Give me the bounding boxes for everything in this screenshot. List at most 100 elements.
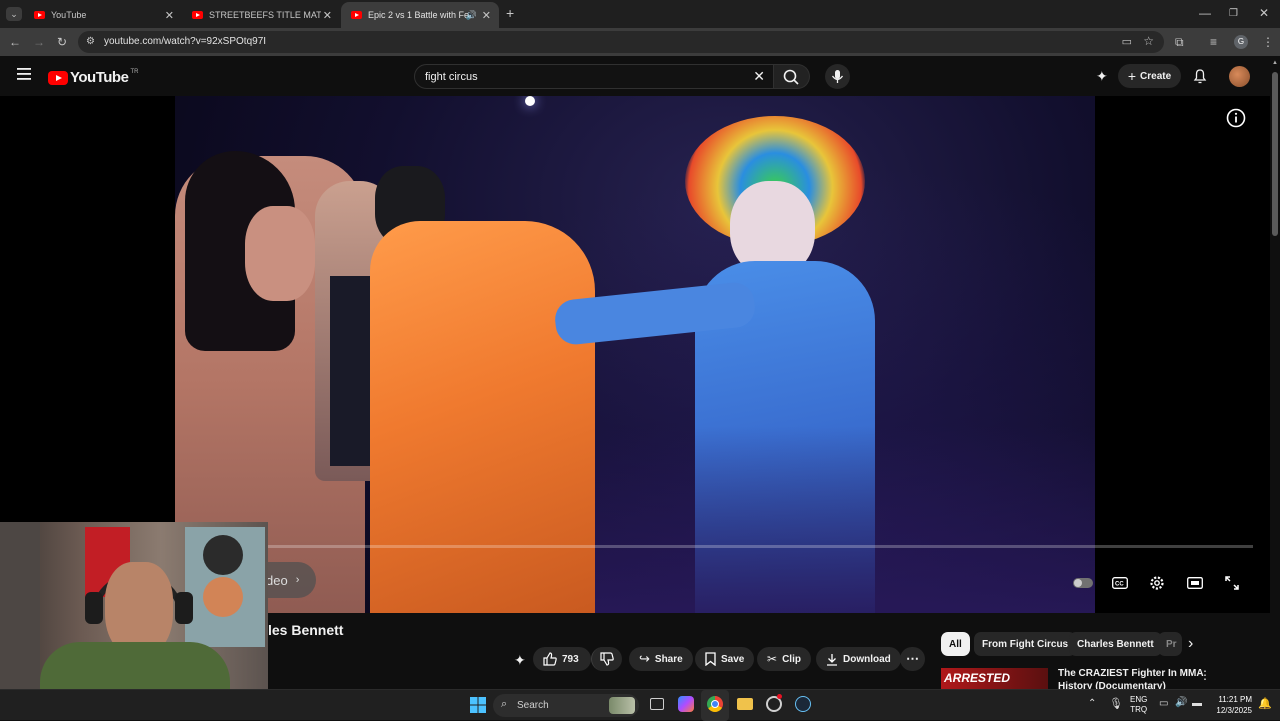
thumbnail-text: ARRESTED	[944, 671, 1011, 685]
start-button[interactable]	[470, 697, 486, 713]
forward-icon[interactable]: →	[33, 35, 45, 49]
tab-audio-icon[interactable]: 🔊	[466, 10, 477, 21]
search-input[interactable]: fight circus ✕	[414, 64, 774, 89]
search-button[interactable]	[774, 64, 810, 89]
video-frame[interactable]	[175, 96, 1095, 613]
copilot-icon[interactable]	[678, 696, 694, 712]
share-label: Share	[654, 653, 683, 665]
chrome-menu-icon[interactable]: ⋮	[1262, 35, 1274, 49]
bookmark-star-icon[interactable]: ☆	[1143, 34, 1154, 48]
save-label: Save	[721, 653, 745, 665]
tab-epic-battle[interactable]: Epic 2 vs 1 Battle with Felo 🔊 ✕	[341, 2, 499, 28]
thumbs-up-icon	[543, 652, 557, 666]
captions-icon: CC	[1112, 577, 1128, 589]
tab-close-icon[interactable]: ✕	[165, 9, 174, 22]
youtube-header: YouTube TR fight circus ✕ ✦ + Create	[0, 56, 1280, 96]
page-scrollbar[interactable]: ▲	[1270, 56, 1280, 689]
clock-time: 11:21 PM	[1218, 695, 1252, 704]
scroll-up-icon[interactable]: ▲	[1272, 60, 1278, 66]
youtube-logo[interactable]: YouTube TR	[48, 69, 138, 86]
battery-icon[interactable]: ▬	[1192, 698, 1202, 709]
back-icon[interactable]: ←	[9, 35, 21, 49]
plus-icon: +	[1127, 68, 1137, 84]
tab-close-icon[interactable]: ✕	[323, 9, 332, 22]
bookmark-icon	[705, 652, 716, 666]
restore-icon[interactable]: ❐	[1229, 7, 1238, 21]
scrollbar-thumb[interactable]	[1272, 72, 1278, 236]
browser-tab-bar: ⌄ YouTube ✕ STREETBEEFS TITLE MATCH | BA…	[0, 0, 1280, 28]
hamburger-menu-icon[interactable]	[17, 68, 31, 80]
tab-close-icon[interactable]: ✕	[482, 9, 491, 22]
site-info-icon[interactable]: ⚙	[86, 36, 95, 47]
youtube-favicon-icon	[192, 11, 203, 19]
notifications-bell-icon[interactable]	[1193, 68, 1207, 84]
theater-mode-button[interactable]	[1183, 571, 1207, 595]
like-count: 793	[562, 653, 579, 665]
tank-top	[330, 276, 370, 466]
tab-youtube[interactable]: YouTube ✕	[24, 2, 182, 28]
tab-streetbeefs[interactable]: STREETBEEFS TITLE MATCH | BA ✕	[182, 2, 340, 28]
crowd	[595, 426, 1095, 613]
progress-bar[interactable]	[268, 545, 1253, 548]
download-button[interactable]: Download	[816, 647, 901, 671]
ai-sparkle-icon[interactable]: ✦	[1096, 68, 1108, 85]
reload-icon[interactable]: ↻	[57, 35, 67, 49]
dislike-button[interactable]	[591, 647, 622, 671]
chips-next-icon[interactable]: ›	[1188, 635, 1193, 653]
voice-search-button[interactable]	[825, 64, 850, 89]
tab-search-icon[interactable]: ⌄	[6, 7, 22, 21]
language-indicator[interactable]: ENG TRQ	[1130, 695, 1147, 715]
windows-taskbar: ⌕ Search ⌃ 🎙 ENG TRQ ▭ 🔊 ▬ 11:21 PM 12/3…	[0, 689, 1280, 721]
microphone-icon	[831, 70, 844, 83]
taskbar-search[interactable]: ⌕ Search	[493, 694, 639, 717]
youtube-logo-icon	[48, 70, 68, 85]
share-button[interactable]: ↪ Share	[629, 647, 693, 671]
extensions-icon[interactable]: ⧉	[1175, 35, 1184, 49]
clock[interactable]: 11:21 PM 12/3/2025	[1210, 694, 1252, 716]
ask-ai-icon[interactable]: ✦	[514, 652, 526, 669]
minimize-icon[interactable]: —	[1199, 6, 1211, 20]
like-button[interactable]: 793	[533, 647, 591, 671]
share-icon: ↪	[639, 651, 650, 666]
network-icon[interactable]: ▭	[1159, 698, 1168, 709]
reading-list-icon[interactable]: ≡	[1210, 35, 1217, 49]
tray-overflow-icon[interactable]: ⌃	[1088, 698, 1096, 709]
chip-partial[interactable]: Pr	[1158, 632, 1182, 656]
window-close-icon[interactable]: ✕	[1259, 6, 1269, 20]
chip-all[interactable]: All	[941, 632, 970, 656]
info-icon[interactable]	[1226, 108, 1246, 128]
fullscreen-button[interactable]	[1220, 571, 1244, 595]
user-avatar[interactable]	[1229, 66, 1250, 87]
url-text[interactable]: youtube.com/watch?v=92xSPOtq97I	[104, 36, 266, 47]
recommended-title-line2[interactable]: History (Documentary)	[1058, 681, 1166, 689]
tab-title: STREETBEEFS TITLE MATCH | BA	[209, 10, 321, 20]
recommended-title[interactable]: The CRAZIEST Fighter In MMA	[1058, 668, 1204, 679]
orange-fighter-body	[370, 221, 595, 613]
chrome-taskbar-icon[interactable]	[707, 696, 723, 712]
clear-search-icon[interactable]: ✕	[753, 68, 765, 85]
scissors-icon: ✂	[767, 652, 778, 666]
volume-icon[interactable]: 🔊	[1175, 697, 1187, 708]
chip-from-fight-circus[interactable]: From Fight Circus	[974, 632, 1077, 656]
steam-icon[interactable]	[795, 696, 811, 712]
profile-avatar[interactable]: G	[1234, 35, 1248, 49]
task-view-icon[interactable]	[650, 698, 664, 710]
address-bar[interactable]: ⚙ youtube.com/watch?v=92xSPOtq97I ▭ ☆	[78, 31, 1164, 53]
recommended-thumbnail[interactable]: ARRESTED	[941, 668, 1048, 689]
recommended-menu-icon[interactable]: ⋮	[1199, 668, 1211, 682]
new-tab-button[interactable]: +	[506, 6, 514, 20]
more-actions-button[interactable]: ⋯	[900, 647, 925, 671]
recording-dot-icon	[777, 694, 782, 699]
overlay-label: deo	[266, 572, 288, 588]
save-button[interactable]: Save	[695, 647, 755, 671]
chip-charles-bennett[interactable]: Charles Bennett	[1069, 632, 1162, 656]
microphone-tray-icon[interactable]: 🎙	[1109, 697, 1123, 710]
clip-button[interactable]: ✂ Clip	[757, 647, 811, 671]
cast-icon[interactable]: ▭	[1122, 35, 1132, 48]
notification-center-icon[interactable]: 🔔	[1258, 697, 1272, 710]
captions-button[interactable]: CC	[1108, 571, 1132, 595]
settings-button[interactable]	[1145, 571, 1169, 595]
create-button[interactable]: + Create	[1118, 64, 1181, 88]
file-explorer-icon[interactable]	[737, 698, 753, 710]
autoplay-toggle[interactable]	[1071, 571, 1095, 595]
